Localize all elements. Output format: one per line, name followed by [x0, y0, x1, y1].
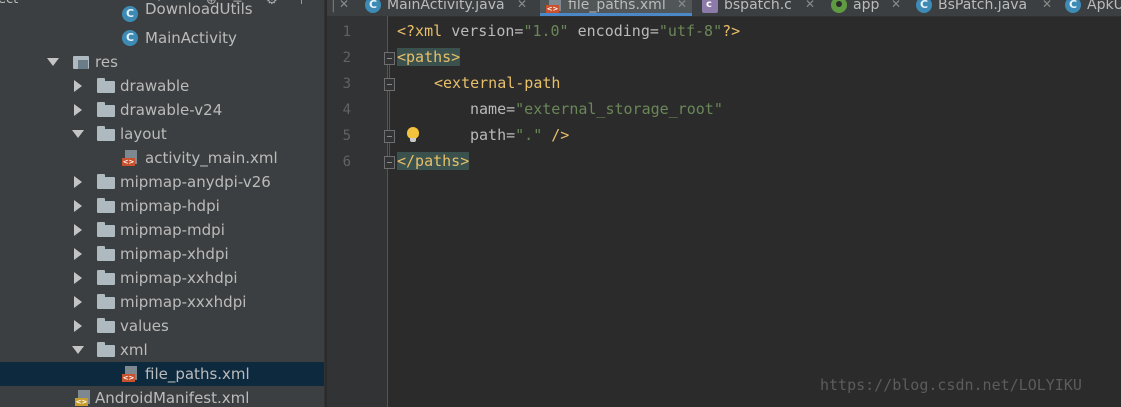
- folder-icon: [97, 294, 115, 310]
- tree-item-label: mipmap-xhdpi: [120, 245, 229, 263]
- expand-arrow-icon[interactable]: [72, 130, 84, 138]
- tree-item-activity-main-xml[interactable]: activity_main.xml: [0, 146, 324, 170]
- class-icon: C: [122, 30, 138, 46]
- manifest-file-icon: [75, 390, 91, 406]
- tree-item-mipmap-xhdpi[interactable]: mipmap-xhdpi: [0, 242, 324, 266]
- code-line-2: <paths>: [397, 44, 461, 70]
- tree-item-label: AndroidManifest.xml: [95, 389, 250, 407]
- collapse-arrow-icon[interactable]: [74, 296, 82, 308]
- collapse-arrow-icon[interactable]: [74, 80, 82, 92]
- folder-icon: [97, 174, 115, 190]
- tree-item-label: mipmap-anydpi-v26: [120, 173, 271, 191]
- tree-item-res[interactable]: res: [0, 50, 324, 74]
- value-path: ".": [515, 126, 543, 144]
- folder-icon: [97, 78, 115, 94]
- collapse-arrow-icon[interactable]: [74, 320, 82, 332]
- code-line-3: <external-path: [434, 70, 560, 96]
- tree-item-mainactivity[interactable]: C MainActivity: [0, 26, 324, 50]
- value-encoding: "utf-8": [658, 22, 723, 40]
- project-panel: ect ⊕ ≑ ⚙ ⊢ C DownloadUtils C MainActivi…: [0, 0, 324, 407]
- attr-encoding: encoding=: [568, 22, 659, 40]
- self-close-tag: />: [542, 126, 570, 144]
- editor-area: | ✕ C MainActivity.java ✕ file_paths.xml…: [327, 0, 1121, 407]
- tree-item-layout[interactable]: layout: [0, 122, 324, 146]
- folder-icon: [97, 126, 115, 142]
- folder-icon: [97, 246, 115, 262]
- resource-folder-icon: [73, 54, 91, 70]
- code-line-4: name="external_storage_root": [470, 96, 723, 122]
- tree-item-mipmap-anydpi-v26[interactable]: mipmap-anydpi-v26: [0, 170, 324, 194]
- folder-icon: [97, 222, 115, 238]
- tree-item-drawable-v24[interactable]: drawable-v24: [0, 98, 324, 122]
- collapse-arrow-icon[interactable]: [74, 104, 82, 116]
- tree-item-label: mipmap-xxxhdpi: [120, 293, 247, 311]
- tree-item-label: mipmap-hdpi: [120, 197, 220, 215]
- value-version: "1.0": [523, 22, 569, 40]
- folder-icon: [97, 198, 115, 214]
- folder-icon: [97, 342, 115, 358]
- tree-item-label: activity_main.xml: [145, 149, 278, 167]
- code-line-1: <?xml version="1.0" encoding="utf-8"?>: [397, 18, 740, 44]
- tree-item-values[interactable]: values: [0, 314, 324, 338]
- tree-item-drawable[interactable]: drawable: [0, 74, 324, 98]
- tree-item-label: drawable-v24: [120, 101, 223, 119]
- attr-version: version=: [451, 22, 524, 40]
- tree-item-label: xml: [120, 341, 148, 359]
- collapse-arrow-icon[interactable]: [74, 224, 82, 236]
- folder-icon: [97, 102, 115, 118]
- collapse-arrow-icon[interactable]: [74, 200, 82, 212]
- tree-item-label: file_paths.xml: [145, 365, 250, 383]
- code-line-5: path="." />: [470, 122, 569, 148]
- tree-item-xml[interactable]: xml: [0, 338, 324, 362]
- tree-item-label: mipmap-xxhdpi: [120, 269, 238, 287]
- code-line-6: </paths>: [397, 148, 470, 174]
- paths-open-tag: <paths>: [397, 48, 461, 66]
- collapse-arrow-icon[interactable]: [74, 176, 82, 188]
- tree-item-file-paths-xml[interactable]: file_paths.xml: [0, 362, 324, 386]
- xml-decl-close: ?>: [722, 22, 741, 40]
- xml-file-icon: [122, 366, 138, 382]
- tree-item-label: mipmap-mdpi: [120, 221, 225, 239]
- xml-decl-open: <?xml: [397, 22, 452, 40]
- external-path-tag: <external-path: [434, 74, 561, 92]
- attr-path: path=: [470, 126, 516, 144]
- tree-item-label: layout: [120, 125, 167, 143]
- code-content[interactable]: <?xml version="1.0" encoding="utf-8"?> <…: [327, 0, 1121, 407]
- tree-item-label: values: [120, 317, 169, 335]
- watermark-text: https://blog.csdn.net/LOLYIKU: [820, 376, 1082, 394]
- tree-item-mipmap-hdpi[interactable]: mipmap-hdpi: [0, 194, 324, 218]
- attr-name: name=: [470, 100, 516, 118]
- tree-item-downloadutils[interactable]: C DownloadUtils: [0, 0, 324, 26]
- tree-item-android-manifest[interactable]: AndroidManifest.xml: [0, 386, 324, 407]
- tree-item-label: MainActivity: [145, 29, 237, 47]
- value-name: "external_storage_root": [515, 100, 723, 118]
- collapse-arrow-icon[interactable]: [74, 248, 82, 260]
- expand-arrow-icon[interactable]: [47, 58, 59, 66]
- tree-item-mipmap-xxhdpi[interactable]: mipmap-xxhdpi: [0, 266, 324, 290]
- tree-item-mipmap-xxxhdpi[interactable]: mipmap-xxxhdpi: [0, 290, 324, 314]
- folder-icon: [97, 270, 115, 286]
- paths-close-tag: </paths>: [397, 152, 470, 170]
- class-icon: C: [122, 6, 138, 22]
- tree-item-label: res: [95, 53, 118, 71]
- tree-item-mipmap-mdpi[interactable]: mipmap-mdpi: [0, 218, 324, 242]
- folder-icon: [97, 318, 115, 334]
- tree-item-label: drawable: [120, 77, 190, 95]
- xml-file-icon: [122, 150, 138, 166]
- collapse-arrow-icon[interactable]: [74, 272, 82, 284]
- expand-arrow-icon[interactable]: [72, 346, 84, 354]
- tree-item-label: DownloadUtils: [145, 0, 253, 18]
